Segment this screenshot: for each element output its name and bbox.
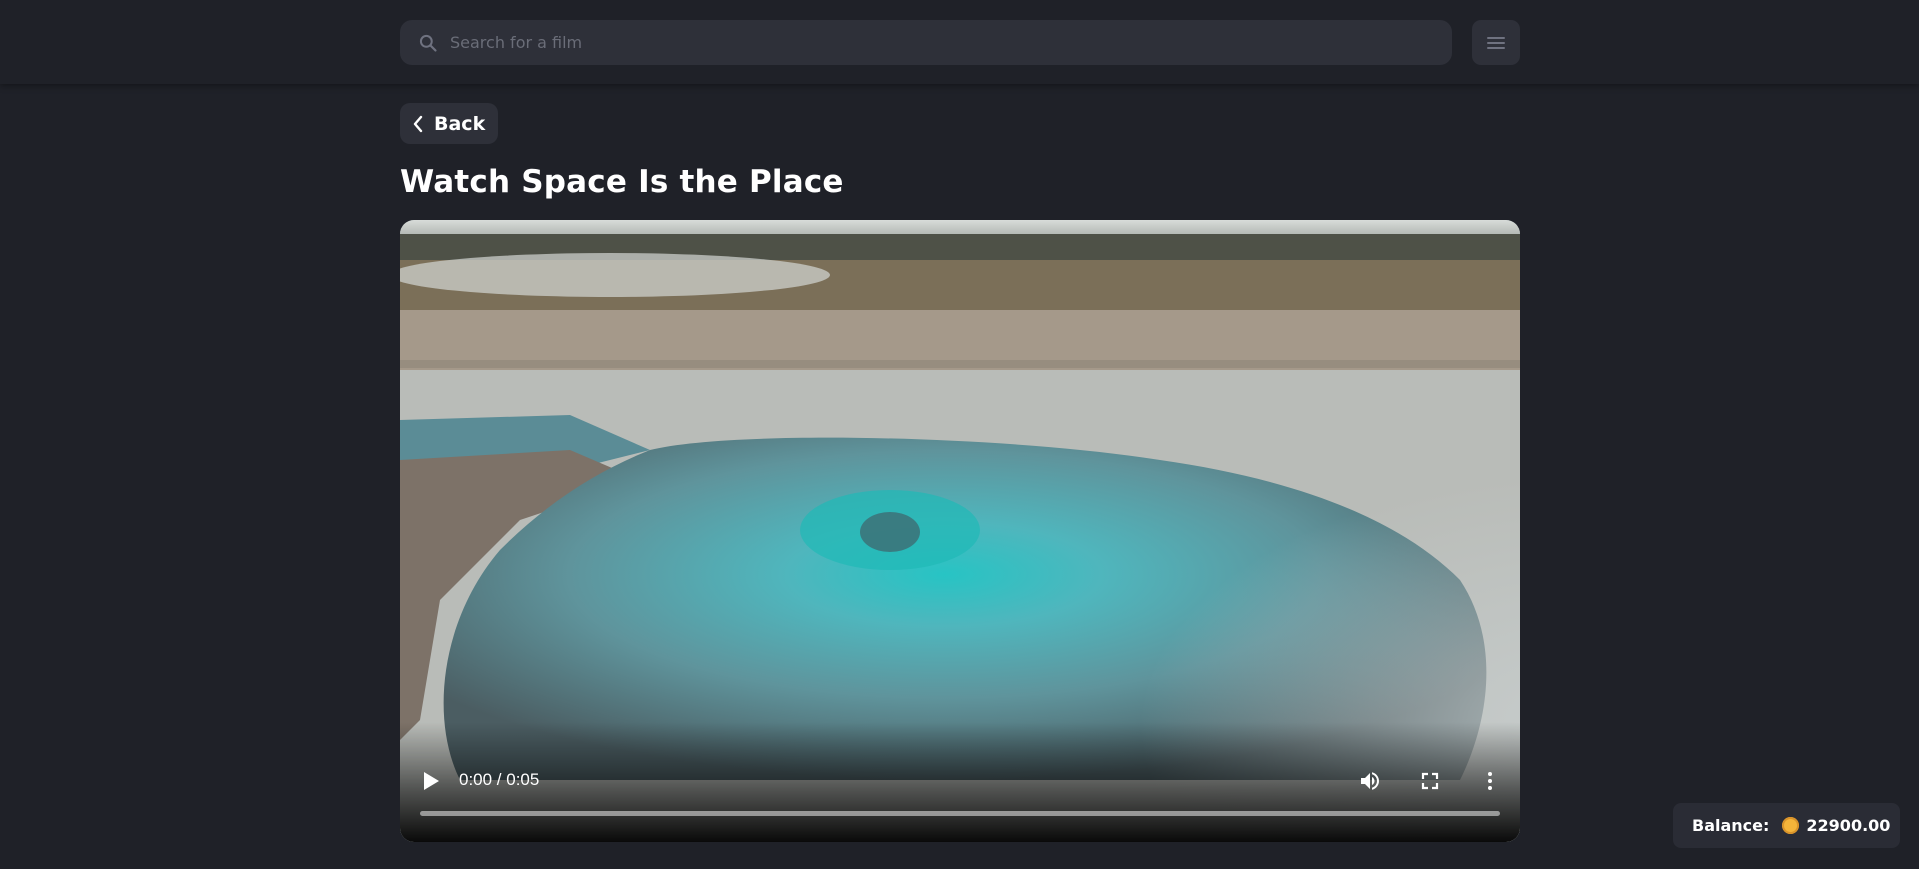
balance-widget: Balance: 22900.00 [1673, 803, 1900, 848]
back-button[interactable]: Back [400, 103, 498, 144]
controls-overlay [400, 722, 1520, 842]
video-player[interactable]: 0:00 / 0:05 [400, 220, 1520, 842]
back-label: Back [434, 112, 486, 135]
page-title: Watch Space Is the Place [400, 164, 844, 200]
volume-icon[interactable] [1358, 769, 1382, 793]
more-options-icon[interactable] [1478, 769, 1502, 793]
coin-icon [1782, 817, 1800, 834]
hamburger-menu-icon [1487, 36, 1505, 49]
menu-button[interactable] [1472, 20, 1520, 65]
search-input[interactable] [450, 20, 1440, 65]
fullscreen-icon[interactable] [1418, 769, 1442, 793]
balance-label: Balance: [1692, 816, 1770, 835]
time-display: 0:00 / 0:05 [459, 770, 540, 789]
search-icon [419, 34, 437, 52]
search-bar[interactable] [400, 20, 1452, 65]
progress-bar[interactable] [420, 811, 1500, 816]
balance-amount: 22900.00 [1806, 816, 1891, 835]
play-icon[interactable] [420, 769, 442, 793]
top-bar [0, 0, 1919, 84]
chevron-left-icon [413, 115, 423, 132]
